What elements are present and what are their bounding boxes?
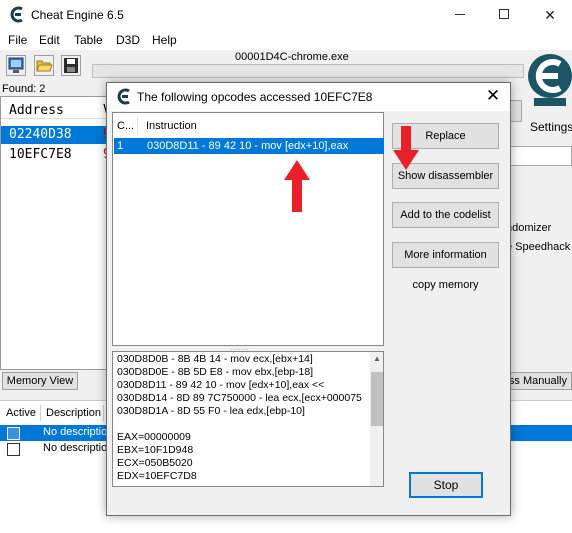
disasm-line: 030D8D0B - 8B 4B 14 - mov ecx,[ebx+14] bbox=[117, 353, 313, 365]
speedhack-label[interactable]: e Speedhack bbox=[506, 241, 570, 253]
disasm-scrollbar[interactable]: ▲ bbox=[370, 352, 383, 486]
menu-help[interactable]: Help bbox=[152, 33, 177, 47]
disasm-line: 030D8D11 - 89 42 10 - mov [edx+10],eax <… bbox=[117, 379, 325, 391]
maximize-icon bbox=[499, 9, 509, 19]
found-count: Found: 2 bbox=[2, 83, 46, 95]
save-button[interactable] bbox=[61, 55, 81, 76]
opcode-list: C... Instruction 1 030D8D11 - 89 42 10 -… bbox=[112, 112, 384, 346]
folder-open-icon bbox=[36, 60, 53, 72]
column-divider bbox=[103, 405, 104, 421]
column-divider bbox=[40, 405, 41, 421]
annotation-arrow-down-icon bbox=[393, 126, 419, 170]
close-button[interactable]: ✕ bbox=[527, 0, 572, 30]
disassembly-view: 030D8D0B - 8B 4B 14 - mov ecx,[ebx+14] 0… bbox=[112, 351, 384, 487]
disasm-line: 030D8D1A - 8D 55 F0 - lea edx,[ebp-10] bbox=[117, 405, 305, 417]
app-title: Cheat Engine 6.5 bbox=[31, 8, 124, 22]
opcode-row[interactable]: 1 030D8D11 - 89 42 10 - mov [edx+10],eax bbox=[114, 138, 384, 154]
disasm-line: 030D8D0E - 8B 5D E8 - mov ebx,[ebp-18] bbox=[117, 366, 314, 378]
memory-view-button[interactable]: Memory View bbox=[2, 372, 78, 390]
add-to-codelist-button[interactable]: Add to the codelist bbox=[392, 202, 499, 228]
stop-button[interactable]: Stop bbox=[409, 472, 483, 498]
address-value: 10EFC7E8 bbox=[9, 147, 72, 162]
register-line: ECX=050B5020 bbox=[117, 457, 193, 469]
unrandomizer-label[interactable]: ndomizer bbox=[506, 222, 551, 234]
entry-description: No description bbox=[43, 442, 114, 454]
menu-edit[interactable]: Edit bbox=[39, 33, 60, 47]
scroll-thumb[interactable] bbox=[371, 372, 383, 426]
active-checkbox[interactable] bbox=[7, 427, 20, 440]
register-line: EAX=00000009 bbox=[117, 431, 191, 443]
address-list-header: Address V bbox=[1, 97, 111, 119]
column-divider bbox=[137, 117, 138, 135]
menu-table[interactable]: Table bbox=[74, 33, 103, 47]
scan-value-input[interactable] bbox=[506, 146, 572, 166]
register-line: EDX=10EFC7D8 bbox=[117, 470, 197, 482]
process-name: 00001D4C-chrome.exe bbox=[235, 51, 349, 63]
more-information-button[interactable]: More information bbox=[392, 242, 499, 268]
maximize-button[interactable] bbox=[482, 0, 528, 30]
menu-bar: File Edit Table D3D Help bbox=[0, 30, 572, 50]
active-column-header[interactable]: Active bbox=[6, 407, 36, 419]
main-titlebar: Cheat Engine 6.5 ✕ bbox=[0, 0, 572, 30]
address-column-header[interactable]: Address bbox=[9, 103, 64, 118]
opcodes-dialog: The following opcodes accessed 10EFC7E8 … bbox=[106, 82, 511, 516]
computer-icon bbox=[8, 57, 24, 73]
opcode-instruction: 030D8D11 - 89 42 10 - mov [edx+10],eax bbox=[147, 140, 349, 152]
active-checkbox[interactable] bbox=[7, 443, 20, 456]
open-file-button[interactable] bbox=[34, 55, 54, 76]
count-column-header[interactable]: C... bbox=[117, 120, 134, 132]
scan-progress-bar bbox=[92, 64, 524, 78]
dialog-titlebar: The following opcodes accessed 10EFC7E8 … bbox=[107, 83, 510, 111]
scroll-up-icon[interactable]: ▲ bbox=[370, 352, 383, 366]
address-list: Address V 02240D38 9 10EFC7E8 9 bbox=[0, 96, 111, 370]
disasm-line: 030D8D14 - 8D 89 7C750000 - lea ecx,[ecx… bbox=[117, 392, 362, 404]
address-row[interactable]: 10EFC7E8 bbox=[1, 146, 111, 164]
entry-description: No description bbox=[43, 426, 114, 438]
menu-file[interactable]: File bbox=[8, 33, 27, 47]
minimize-button[interactable] bbox=[438, 0, 484, 30]
save-icon bbox=[64, 58, 78, 73]
dialog-close-button[interactable]: ✕ bbox=[477, 83, 509, 111]
menu-d3d[interactable]: D3D bbox=[116, 33, 140, 47]
cheat-engine-icon bbox=[117, 88, 130, 105]
cheat-engine-icon bbox=[10, 6, 23, 23]
annotation-arrow-up-icon bbox=[284, 160, 310, 212]
settings-label[interactable]: Settings bbox=[530, 120, 572, 134]
opcode-count: 1 bbox=[117, 140, 124, 152]
select-process-button[interactable] bbox=[6, 55, 26, 76]
description-column-header[interactable]: Description bbox=[46, 407, 101, 419]
dialog-title: The following opcodes accessed 10EFC7E8 bbox=[137, 90, 373, 104]
address-value: 02240D38 bbox=[9, 127, 72, 142]
settings-logo-icon[interactable] bbox=[524, 50, 572, 116]
register-line: EBX=10F1D948 bbox=[117, 444, 194, 456]
instruction-column-header[interactable]: Instruction bbox=[146, 120, 197, 132]
address-row[interactable]: 02240D38 bbox=[1, 126, 111, 144]
copy-memory-label[interactable]: copy memory bbox=[392, 279, 499, 291]
minimize-icon bbox=[455, 14, 465, 15]
